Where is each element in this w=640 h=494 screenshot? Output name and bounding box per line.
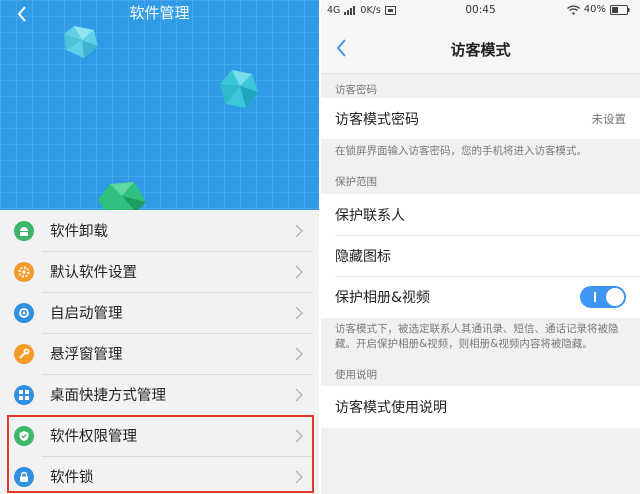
gem-decoration-icon — [64, 26, 98, 58]
status-bar: 4G 0K/s 00:45 40% — [321, 0, 640, 22]
password-note: 在锁屏界面输入访客密码，您的手机将进入访客模式。 — [335, 145, 587, 157]
menu-item-default-apps[interactable]: 默认软件设置 — [0, 251, 319, 292]
page-title: 访客模式 — [450, 41, 511, 59]
menu-item-shortcuts[interactable]: 桌面快捷方式管理 — [0, 374, 319, 415]
help-row[interactable]: 访客模式使用说明 — [321, 386, 640, 428]
power-cycle-icon — [14, 302, 34, 323]
section-header-password: 访客密码 — [335, 84, 377, 96]
menu-item-label: 软件卸载 — [50, 224, 108, 240]
gear-icon — [14, 261, 34, 282]
row-divider — [335, 276, 640, 277]
chevron-right-icon — [295, 223, 305, 238]
guest-mode-screen: 4G 0K/s 00:45 40% 访客模式 访客密码 访客模式密码 未设置 在… — [321, 0, 640, 494]
menu-item-label: 桌面快捷方式管理 — [50, 388, 166, 404]
help-label: 访客模式使用说明 — [335, 400, 447, 416]
menu-item-label: 悬浮窗管理 — [50, 347, 123, 363]
scope-note: 访客模式下，被选定联系人其通讯录、短信、通话记录将被隐藏。开启保护相册&视频，则… — [335, 323, 619, 350]
row-divider — [335, 235, 640, 236]
guest-password-status: 未设置 — [591, 111, 627, 126]
guest-password-row[interactable]: 访客模式密码 未设置 — [321, 98, 640, 139]
protect-contacts-row[interactable]: 保护联系人 — [321, 194, 640, 235]
status-right: 40% — [566, 4, 630, 15]
protect-contacts-label: 保护联系人 — [335, 207, 405, 224]
menu-item-uninstall[interactable]: 软件卸载 — [0, 210, 319, 251]
nav-bar: 访客模式 — [321, 22, 640, 74]
section-header-scope: 保护范围 — [335, 176, 377, 188]
menu-item-autostart[interactable]: 自启动管理 — [0, 292, 319, 333]
section-header-help: 使用说明 — [335, 369, 377, 381]
toggle-knob — [606, 288, 624, 306]
gem-decoration-icon — [98, 182, 146, 212]
wifi-icon — [566, 5, 580, 15]
protect-album-label: 保护相册&视频 — [335, 290, 430, 306]
menu-item-floating-window[interactable]: 悬浮窗管理 — [0, 333, 319, 374]
protect-album-toggle[interactable] — [580, 286, 626, 308]
software-management-screen: 软件管理 软件卸载 默认软件设置 自启动管理 悬浮窗管理 桌面快捷方式管理 软件… — [0, 0, 319, 494]
battery-percent: 40% — [583, 4, 606, 15]
chevron-right-icon — [295, 387, 305, 402]
android-icon — [14, 220, 34, 241]
highlight-box — [7, 415, 314, 493]
chevron-right-icon — [295, 346, 305, 361]
wrench-icon — [14, 343, 34, 364]
guest-password-label: 访客模式密码 — [335, 111, 419, 128]
page-title: 软件管理 — [129, 4, 190, 22]
menu-item-label: 自启动管理 — [50, 306, 123, 322]
chevron-right-icon — [295, 264, 305, 279]
menu-item-label: 默认软件设置 — [50, 265, 137, 281]
battery-icon — [610, 4, 630, 15]
protect-album-row[interactable]: 保护相册&视频 — [321, 276, 640, 318]
gem-decoration-icon — [220, 70, 258, 108]
grid-icon — [14, 384, 34, 405]
hide-icons-row[interactable]: 隐藏图标 — [321, 235, 640, 276]
chevron-right-icon — [295, 305, 305, 320]
toggle-on-mark — [594, 292, 596, 302]
hide-icons-label: 隐藏图标 — [335, 248, 391, 265]
header-banner: 软件管理 — [0, 0, 319, 212]
